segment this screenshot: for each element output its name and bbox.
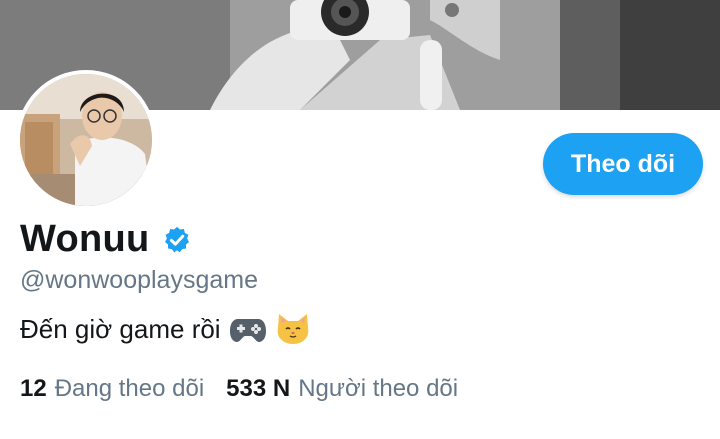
followers-label: Người theo dõi <box>298 375 459 402</box>
profile-handle: @wonwooplaysgame <box>20 266 259 294</box>
cat-face-icon <box>275 312 311 346</box>
verified-badge-icon <box>164 226 189 252</box>
follow-button[interactable]: Theo dõi <box>543 133 703 195</box>
following-stat[interactable]: 12 Đang theo dõi <box>20 375 204 403</box>
followers-stat[interactable]: 533 N Người theo dõi <box>226 375 458 403</box>
game-controller-icon <box>229 314 267 344</box>
following-label: Đang theo dõi <box>54 375 205 402</box>
followers-count: 533 N <box>226 375 291 402</box>
avatar[interactable] <box>16 70 156 210</box>
profile-bio: Đến giờ game rồi <box>20 312 311 346</box>
display-name: Wonuu <box>20 218 150 260</box>
bio-text: Đến giờ game rồi <box>20 313 221 344</box>
avatar-photo <box>20 74 152 206</box>
following-count: 12 <box>20 375 47 402</box>
name-row: Wonuu <box>20 218 192 261</box>
profile-stats: 12 Đang theo dõi 533 N Người theo dõi <box>20 375 458 403</box>
